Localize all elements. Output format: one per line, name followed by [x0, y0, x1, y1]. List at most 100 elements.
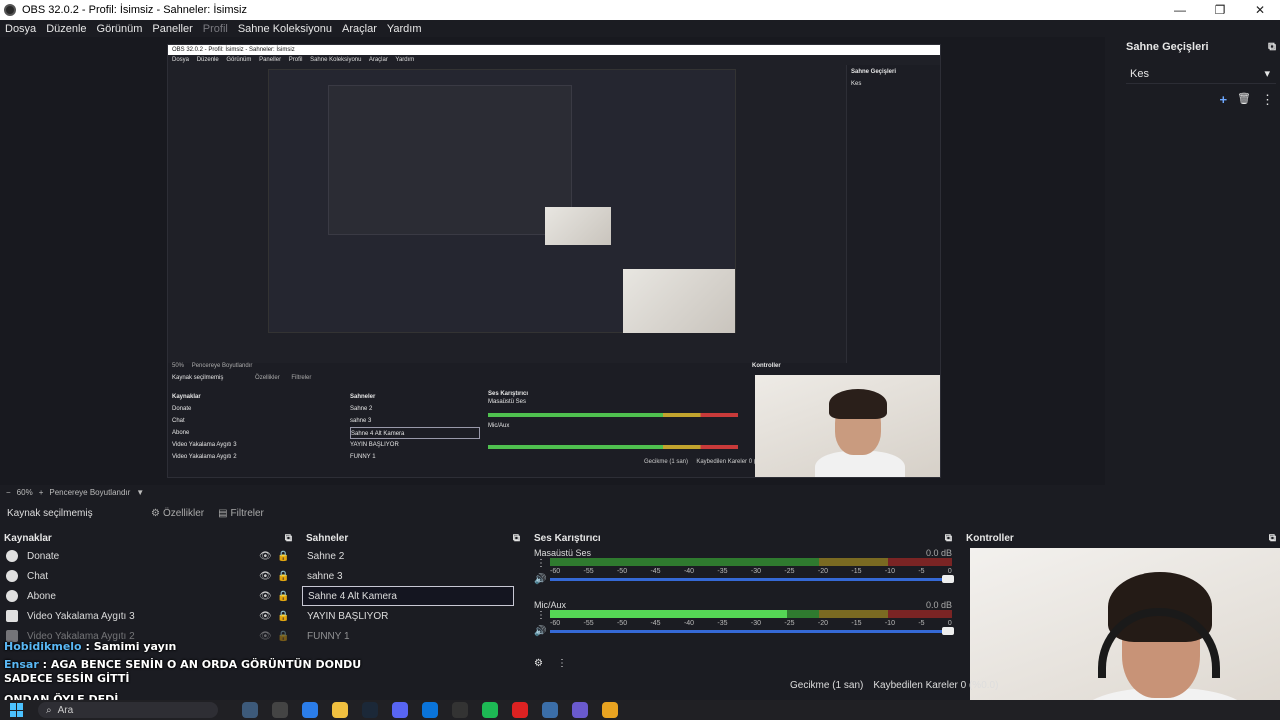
- menu-edit[interactable]: Düzenle: [46, 23, 86, 35]
- copilot-icon[interactable]: [302, 702, 318, 718]
- gear-icon: ⚙: [151, 507, 160, 519]
- maximize-button[interactable]: ❐: [1200, 3, 1240, 17]
- lock-icon[interactable]: 🔒: [277, 551, 295, 562]
- scale-tick: -25: [784, 620, 795, 627]
- scale-tick: -55: [583, 620, 594, 627]
- dropped-frames-status: Kaybedilen Kareler 0 (%0.0): [873, 680, 999, 691]
- fader-knob[interactable]: [942, 627, 954, 635]
- volume-fader[interactable]: [550, 627, 954, 635]
- meter-red-zone: [887, 558, 952, 566]
- app-blue-icon[interactable]: [542, 702, 558, 718]
- source-item-video-capture-3[interactable]: Video Yakalama Aygıtı 3 👁 🔒: [0, 606, 296, 626]
- more-icon[interactable]: ⋮: [536, 558, 546, 569]
- scale-tick: -35: [717, 620, 728, 627]
- lock-icon[interactable]: 🔒: [277, 591, 295, 602]
- app-purple-icon[interactable]: [572, 702, 588, 718]
- zoom-decrease-button[interactable]: −: [6, 488, 11, 497]
- menu-tools[interactable]: Araçlar: [342, 23, 377, 35]
- nested-title: OBS 32.0.2 - Profil: İsimsiz - Sahneler:…: [168, 45, 940, 55]
- mixer-more-icon[interactable]: ⋮: [557, 658, 567, 669]
- window-controls: — ❐ ✕: [1160, 3, 1280, 17]
- delete-transition-icon[interactable]: 🗑: [1237, 92, 1251, 108]
- nested-scene-item: Sahne 2: [350, 406, 373, 412]
- discord-icon[interactable]: [392, 702, 408, 718]
- controls-title: Kontroller: [966, 532, 1014, 544]
- more-icon[interactable]: ⋮: [536, 610, 546, 621]
- fit-to-window-label[interactable]: Pencereye Boyutlandır: [49, 488, 130, 497]
- scale-tick: -50: [616, 620, 628, 627]
- source-item-abone[interactable]: Abone 👁 🔒: [0, 586, 296, 606]
- minimize-button[interactable]: —: [1160, 3, 1200, 17]
- scale-tick: -40: [683, 568, 695, 575]
- menu-profile[interactable]: Profil: [203, 23, 228, 35]
- transition-select[interactable]: Kes ▾: [1126, 64, 1276, 84]
- scene-item[interactable]: sahne 3: [302, 566, 524, 586]
- meter-yellow-zone: [819, 558, 888, 566]
- scale-tick: -10: [884, 568, 895, 575]
- taskbar: ⌕ Ara: [0, 700, 1280, 720]
- scene-item[interactable]: YAYIN BAŞLIYOR: [302, 606, 524, 626]
- obs-icon[interactable]: [452, 702, 468, 718]
- nested-webcam-hair: [829, 389, 887, 419]
- app-red-icon[interactable]: [512, 702, 528, 718]
- eye-icon[interactable]: 👁: [259, 591, 277, 602]
- scale-tick: -5: [918, 568, 925, 575]
- scale-tick: -60: [550, 568, 561, 575]
- camera-source-icon: [6, 610, 18, 622]
- dock-float-icon[interactable]: ⧉: [513, 533, 520, 544]
- add-transition-icon[interactable]: +: [1219, 92, 1227, 108]
- file-explorer-icon[interactable]: [332, 702, 348, 718]
- store-icon[interactable]: [422, 702, 438, 718]
- menu-file[interactable]: Dosya: [5, 23, 36, 35]
- fader-knob[interactable]: [942, 575, 954, 583]
- chat-text: : AGA BENCE SENİN O AN ORDA GÖRÜNTÜN DON…: [4, 658, 362, 685]
- zoom-increase-button[interactable]: +: [39, 488, 44, 497]
- eye-icon[interactable]: 👁: [259, 551, 277, 562]
- source-item-chat[interactable]: Chat 👁 🔒: [0, 566, 296, 586]
- dock-float-icon[interactable]: ⧉: [285, 533, 292, 544]
- nested-menu-item: Dosya: [172, 57, 190, 63]
- dock-float-icon[interactable]: ⧉: [945, 533, 952, 544]
- scale-tick: -60: [550, 620, 561, 627]
- nested-scene-item: sahne 3: [350, 418, 372, 424]
- menu-help[interactable]: Yardım: [387, 23, 422, 35]
- properties-button[interactable]: ⚙ Özellikler: [151, 508, 204, 519]
- task-view-icon[interactable]: [272, 702, 288, 718]
- mixer-settings-icon[interactable]: ⚙: [534, 658, 543, 669]
- search-icon: ⌕: [46, 704, 52, 716]
- nested-menu-item: Yardım: [395, 57, 415, 63]
- search-placeholder: Ara: [57, 704, 74, 716]
- steam-icon[interactable]: [362, 702, 378, 718]
- taskbar-search[interactable]: ⌕ Ara: [38, 702, 218, 718]
- chrome-icon[interactable]: [602, 702, 618, 718]
- dock-float-icon[interactable]: ⧉: [1268, 41, 1276, 54]
- eye-icon[interactable]: 👁: [259, 571, 277, 582]
- spotify-icon[interactable]: [482, 702, 498, 718]
- menu-view[interactable]: Görünüm: [97, 23, 143, 35]
- nested-menu-item: Sahne Koleksiyonu: [310, 57, 362, 63]
- close-button[interactable]: ✕: [1240, 3, 1280, 17]
- menu-scene-collection[interactable]: Sahne Koleksiyonu: [238, 23, 332, 35]
- filters-button[interactable]: ▤ Filtreler: [218, 508, 264, 519]
- scene-item[interactable]: Sahne 2: [302, 546, 524, 566]
- windows-start-icon[interactable]: [10, 703, 24, 717]
- speaker-icon[interactable]: 🔊: [534, 626, 546, 637]
- chevron-down-icon[interactable]: ▼: [136, 488, 144, 497]
- menu-docks[interactable]: Paneller: [152, 23, 192, 35]
- no-source-selected: Kaynak seçilmemiş: [7, 507, 93, 519]
- dock-float-icon[interactable]: ⧉: [1269, 533, 1276, 544]
- mixer-title: Ses Karıştırıcı: [534, 532, 601, 544]
- lock-icon[interactable]: 🔒: [277, 571, 295, 582]
- volume-fader[interactable]: [550, 575, 954, 583]
- scale-tick: -5: [918, 620, 925, 627]
- source-item-donate[interactable]: Donate 👁 🔒: [0, 546, 296, 566]
- widget-icon[interactable]: [242, 702, 258, 718]
- lock-icon[interactable]: 🔒: [277, 611, 295, 622]
- eye-icon[interactable]: 👁: [259, 611, 277, 622]
- transition-more-icon[interactable]: ⋮: [1261, 92, 1274, 108]
- scale-tick: -15: [851, 620, 862, 627]
- sources-title: Kaynaklar: [4, 532, 52, 544]
- speaker-icon[interactable]: 🔊: [534, 574, 546, 585]
- chat-message: Ensar : AGA BENCE SENİN O AN ORDA GÖRÜNT…: [4, 658, 394, 686]
- scene-item-active[interactable]: Sahne 4 Alt Kamera: [302, 586, 514, 606]
